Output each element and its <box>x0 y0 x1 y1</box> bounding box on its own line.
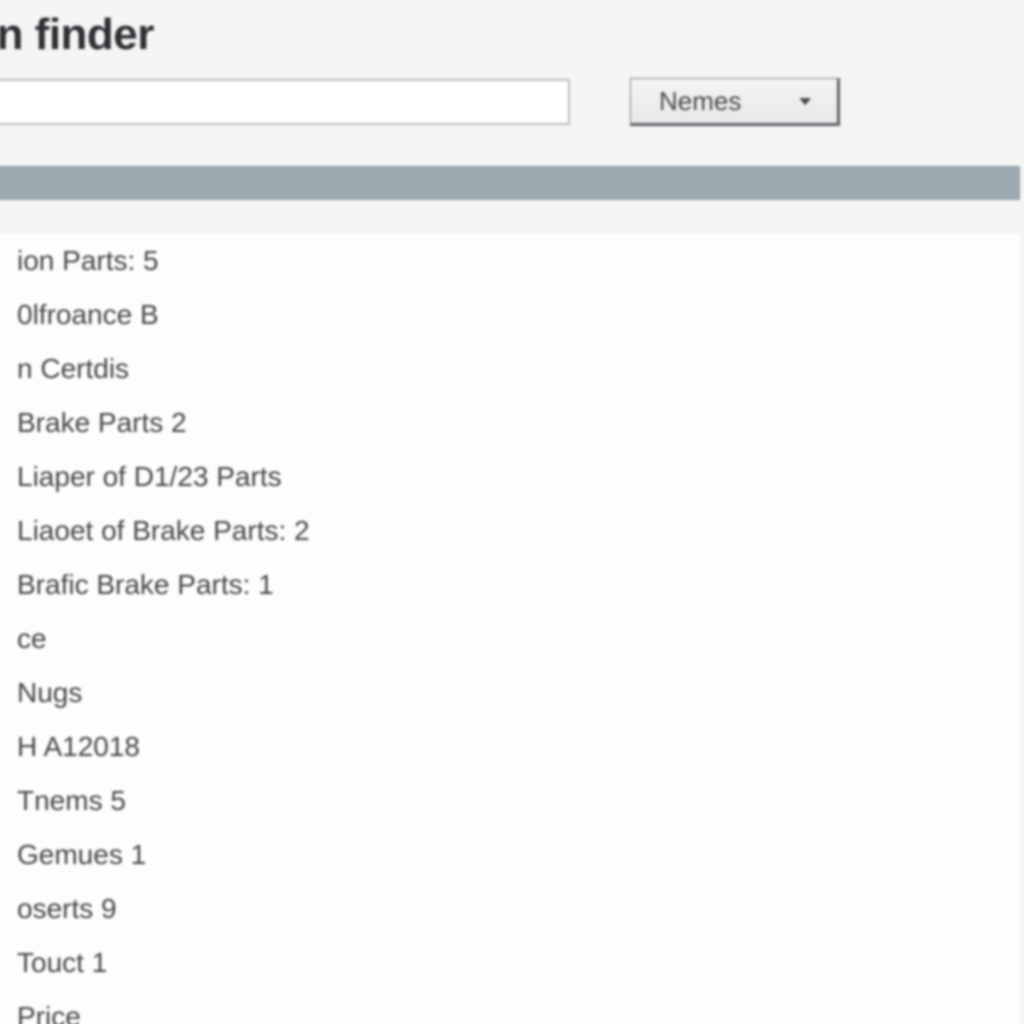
list-item[interactable]: ion Parts: 5 <box>0 234 1020 288</box>
search-input[interactable] <box>0 79 570 125</box>
list-item[interactable]: Liaper of D1/23 Parts <box>0 450 1020 504</box>
filter-selected-label: Nemes <box>659 86 741 117</box>
list-item[interactable]: Price <box>0 990 1020 1024</box>
results-list: ion Parts: 5 0lfroance B n Certdis Brake… <box>0 234 1020 1024</box>
list-item[interactable]: Brafic Brake Parts: 1 <box>0 558 1020 612</box>
list-item[interactable]: Brake Parts 2 <box>0 396 1020 450</box>
list-item[interactable]: Tnems 5 <box>0 774 1020 828</box>
search-row: Nemes ▼ <box>0 78 1024 126</box>
filter-dropdown[interactable]: Nemes ▼ <box>630 78 840 126</box>
list-item[interactable]: Touct 1 <box>0 936 1020 990</box>
list-item[interactable]: n Certdis <box>0 342 1020 396</box>
list-item[interactable]: oserts 9 <box>0 882 1020 936</box>
list-item[interactable]: ce <box>0 612 1020 666</box>
list-item[interactable]: 0lfroance B <box>0 288 1020 342</box>
list-item[interactable]: Liaoet of Brake Parts: 2 <box>0 504 1020 558</box>
chevron-down-icon: ▼ <box>795 94 815 108</box>
list-item[interactable]: H A12018 <box>0 720 1020 774</box>
list-item[interactable]: Gemues 1 <box>0 828 1020 882</box>
results-header-bar <box>0 166 1020 200</box>
list-item[interactable]: Nugs <box>0 666 1020 720</box>
page-title: msen finder <box>0 0 1024 78</box>
